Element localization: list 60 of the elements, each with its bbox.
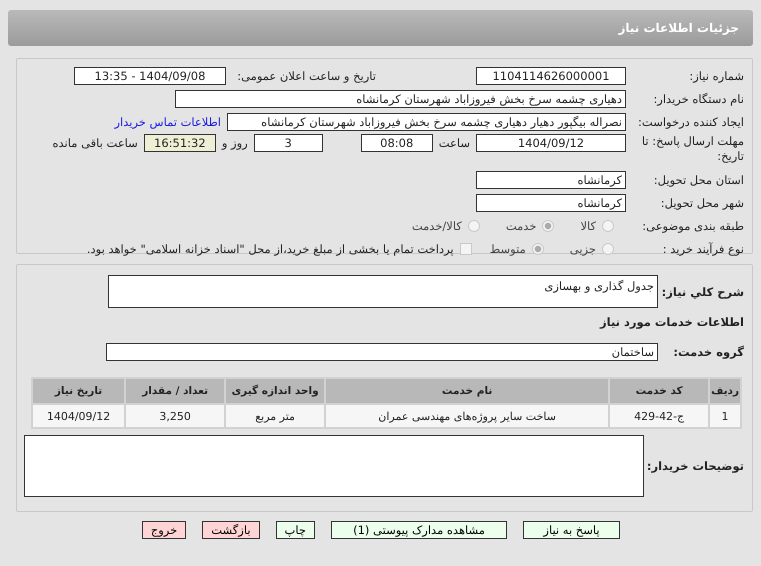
column-header: تعداد / مقدار bbox=[126, 379, 224, 403]
table-cell: 1404/09/12 bbox=[33, 405, 124, 427]
time-field: 08:08 bbox=[360, 134, 433, 152]
table-cell: ج-42-429 bbox=[610, 405, 708, 427]
section-heading: اطلاعات خدمات مورد نیاز bbox=[600, 315, 744, 329]
field-label: نام دستگاه خریدار: bbox=[652, 92, 744, 106]
remaining-time-field: 16:51:32 bbox=[144, 134, 216, 152]
treasury-note: پرداخت تمام یا بخشی از مبلغ خرید،از محل "اسناد خزانه اسلامی" خواهد بود. bbox=[86, 242, 454, 256]
radio-button[interactable] bbox=[468, 220, 480, 232]
service-group-field: ساختمان bbox=[106, 343, 658, 361]
description-field[interactable]: جدول گذاری و بهسازی bbox=[108, 275, 658, 308]
days-field: 3 bbox=[254, 134, 323, 152]
checkbox[interactable] bbox=[460, 243, 472, 255]
radio-button[interactable] bbox=[602, 243, 614, 255]
column-header: تاریخ نیاز bbox=[33, 379, 124, 403]
table-cell: ساخت سایر پروژه‌های مهندسی عمران bbox=[326, 405, 608, 427]
radio-button[interactable] bbox=[532, 243, 544, 255]
field-label: شماره نیاز: bbox=[688, 69, 744, 83]
field-label: نوع فرآیند خرید : bbox=[662, 242, 744, 256]
field-label: استان محل تحویل: bbox=[652, 173, 744, 187]
field-label: توضیحات خریدار: bbox=[646, 458, 744, 474]
table-cell: متر مربع bbox=[226, 405, 324, 427]
city-field: کرمانشاه bbox=[476, 194, 626, 212]
page-title: جزئیات اطلاعات نیاز bbox=[618, 21, 739, 35]
radio-button[interactable] bbox=[542, 220, 554, 232]
radio-label: جزیی bbox=[570, 242, 596, 256]
action-button[interactable]: مشاهده مدارک پیوستی (1) bbox=[331, 521, 507, 539]
field-label: تاریخ و ساعت اعلان عمومی: bbox=[236, 69, 376, 83]
creator-field: نصراله بیگپور دهیار دهیاری چشمه سرخ بخش فیروزاباد شهرستان کرمانشاه bbox=[227, 113, 626, 131]
deadline-date-field: 1404/09/12 bbox=[476, 134, 626, 152]
radio-label: کالا bbox=[580, 219, 596, 233]
time-label: ساعت bbox=[438, 135, 470, 152]
buyer-notes-field[interactable] bbox=[24, 435, 644, 497]
action-button[interactable]: چاپ bbox=[276, 521, 315, 539]
field-label: طبقه بندی موضوعی: bbox=[641, 219, 744, 233]
remaining-label: ساعت باقی مانده bbox=[52, 135, 138, 152]
buyer-name-field: دهیاری چشمه سرخ بخش فیروزاباد شهرستان کرمانشاه bbox=[175, 90, 626, 108]
province-field: کرمانشاه bbox=[476, 171, 626, 189]
field-label: شرح کلي نياز: bbox=[660, 284, 744, 298]
field-label: مهلت ارسال پاسخ: تا تاریخ: bbox=[640, 134, 744, 164]
need-number-field: 1104114626000001 bbox=[476, 67, 626, 85]
radio-label: کالا/خدمت bbox=[412, 219, 462, 233]
radio-label: متوسط bbox=[490, 242, 526, 256]
action-button[interactable]: بازگشت bbox=[202, 521, 260, 539]
radio-button[interactable] bbox=[602, 220, 614, 232]
action-button[interactable]: خروج bbox=[142, 521, 186, 539]
contact-link[interactable]: اطلاعات تماس خریدار bbox=[114, 115, 221, 129]
action-button[interactable]: پاسخ به نیاز bbox=[523, 521, 620, 539]
table-cell: 3,250 bbox=[126, 405, 224, 427]
column-header: کد خدمت bbox=[610, 379, 708, 403]
field-label: شهر محل تحویل: bbox=[660, 196, 744, 210]
column-header: نام خدمت bbox=[326, 379, 608, 403]
announce-date-field: 1404/09/08 - 13:35 bbox=[74, 67, 226, 85]
field-label: گروه خدمت: bbox=[672, 345, 744, 359]
column-header: واحد اندازه گیری bbox=[226, 379, 324, 403]
radio-label: خدمت bbox=[506, 219, 536, 233]
days-label: روز و bbox=[222, 135, 248, 152]
table-cell: 1 bbox=[710, 405, 740, 427]
column-header: ردیف bbox=[710, 379, 740, 403]
field-label: ایجاد کننده درخواست: bbox=[637, 115, 744, 129]
